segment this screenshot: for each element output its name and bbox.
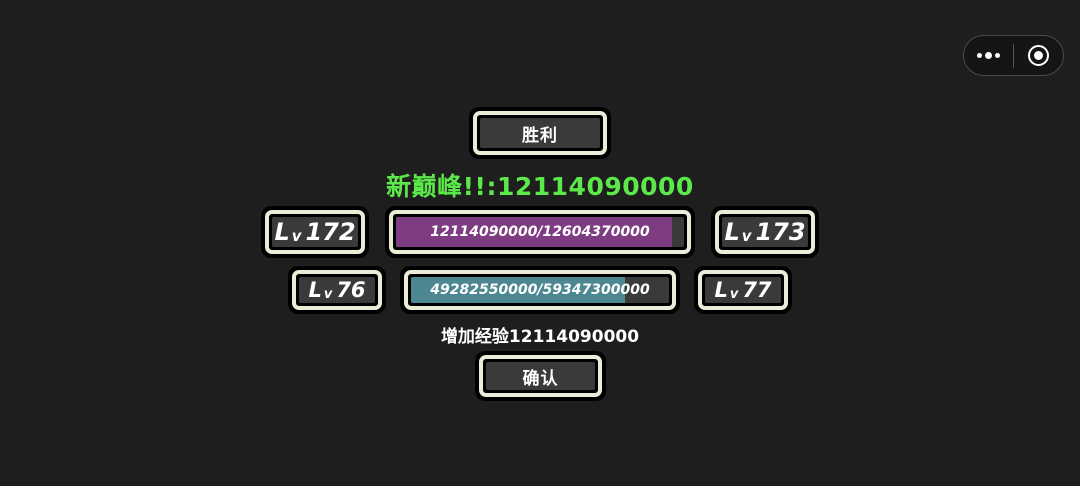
result-title: 胜利 [522,125,558,146]
level-current-badge-2: Lv 76 [288,266,386,314]
level-next-1: Lv 173 [724,218,806,246]
level-current-1: Lv 172 [274,218,356,246]
xp-bar-2: 49282550000/59347300000 [400,266,680,314]
level-current-badge-1: Lv 172 [261,206,369,258]
record-value: 12114090000 [496,172,694,201]
xp-text-2: 49282550000/59347300000 [430,282,650,298]
confirm-button[interactable]: 确认 [475,351,606,401]
confirm-label: 确认 [522,368,559,389]
record-label: 新巅峰!!: [386,172,497,201]
result-title-plate: 胜利 [469,107,611,159]
xp-text-1: 12114090000/12604370000 [430,224,650,240]
target-icon [1028,45,1049,66]
game-screen: 胜利 新巅峰!!:12114090000 Lv 172 12114090000/1… [0,0,1080,486]
level-next-badge-1: Lv 173 [711,206,819,258]
level-next-2: Lv 77 [714,277,772,303]
miniprogram-capsule [963,35,1064,76]
more-button[interactable] [964,36,1013,75]
more-dots-icon [977,52,1000,59]
level-next-badge-2: Lv 77 [694,266,792,314]
level-current-2: Lv 76 [308,277,366,303]
xp-bar-1: 12114090000/12604370000 [385,206,695,258]
xp-gain-text: 增加经验12114090000 [440,327,640,347]
new-record-line: 新巅峰!!:12114090000 [0,167,1080,203]
close-miniprogram-button[interactable] [1014,36,1063,75]
